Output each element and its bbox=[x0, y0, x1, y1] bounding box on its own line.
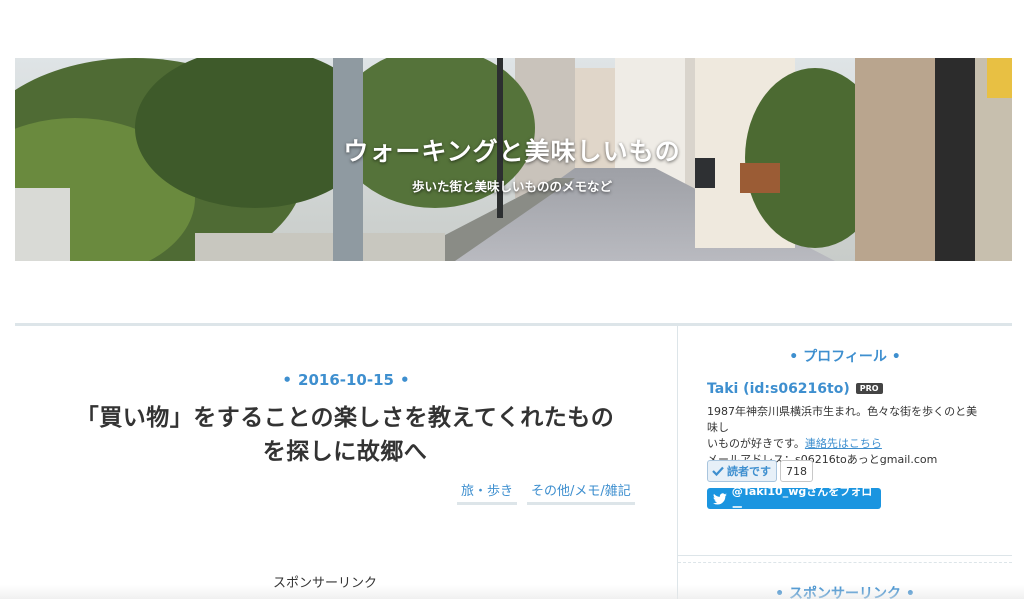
entry-title-line1[interactable]: 「買い物」をすることの楽しさを教えてくれたもの bbox=[45, 401, 645, 435]
heading-dot-right: • bbox=[886, 349, 901, 365]
blog-description: 歩いた街と美味しいもののメモなど bbox=[411, 179, 612, 194]
entry-title-line2[interactable]: を探しに故郷へ bbox=[45, 435, 645, 469]
date-dot-right: • bbox=[399, 371, 410, 389]
profile-heading: • プロフィール • bbox=[678, 346, 1012, 366]
profile-text-line2: いものが好きです。 bbox=[707, 437, 805, 450]
profile-name-link[interactable]: Taki (id:s06216to) bbox=[707, 381, 850, 397]
bottom-fade bbox=[0, 585, 1024, 599]
entry-categories: 旅・歩き その他/メモ/雑記 bbox=[457, 478, 635, 505]
profile-description: 1987年神奈川県横浜市生まれ。色々な街を歩くのと美味し いものが好きです。連絡… bbox=[707, 404, 987, 468]
entry-date-text[interactable]: 2016-10-15 bbox=[298, 371, 394, 389]
entry-date[interactable]: • 2016-10-15 • bbox=[15, 371, 677, 389]
reader-button[interactable]: 読者です bbox=[707, 460, 777, 482]
entry-title[interactable]: 「買い物」をすることの楽しさを教えてくれたもの を探しに故郷へ bbox=[45, 401, 645, 469]
sidebar-separator bbox=[678, 555, 1012, 556]
blog-title[interactable]: ウォーキングと美味しいもの bbox=[0, 132, 1024, 168]
profile-heading-text: プロフィール bbox=[803, 349, 887, 365]
heading-dot-left: • bbox=[789, 349, 804, 365]
twitter-follow-button[interactable]: @Taki10_wgさんをフォロー bbox=[707, 485, 881, 514]
profile-text-line1: 1987年神奈川県横浜市生まれ。色々な街を歩くのと美味し bbox=[707, 405, 978, 434]
category-tag-misc[interactable]: その他/メモ/雑記 bbox=[527, 478, 635, 505]
reader-button-label: 読者です bbox=[727, 465, 771, 478]
sidebar-separator-dashed bbox=[678, 562, 1012, 564]
profile-name[interactable]: Taki (id:s06216to) PRO bbox=[707, 381, 883, 397]
check-icon bbox=[712, 466, 724, 477]
contact-link[interactable]: 連絡先はこちら bbox=[805, 437, 882, 450]
pro-badge: PRO bbox=[855, 383, 883, 394]
column-divider bbox=[677, 326, 678, 599]
category-tag-travel[interactable]: 旅・歩き bbox=[457, 478, 518, 505]
twitter-bird-icon bbox=[713, 492, 727, 505]
twitter-follow-label: @Taki10_wgさんをフォロー bbox=[731, 484, 873, 514]
reader-count: 718 bbox=[780, 460, 813, 482]
date-dot-left: • bbox=[282, 371, 293, 389]
